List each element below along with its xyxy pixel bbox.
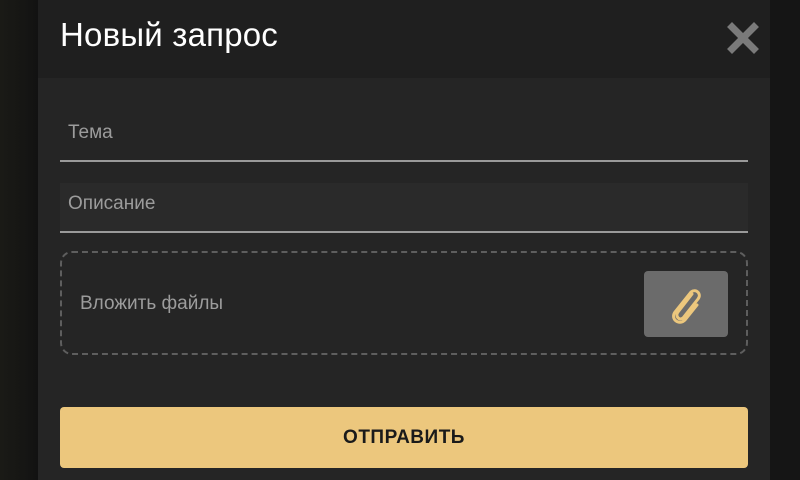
close-button[interactable]	[726, 21, 760, 55]
backdrop-right-edge	[770, 0, 800, 480]
new-request-modal: Новый запрос Вложить файлы ОТПРАВИТЬ	[38, 0, 770, 480]
attach-file-button[interactable]	[644, 271, 728, 337]
close-icon	[727, 22, 759, 54]
subject-field	[60, 112, 748, 162]
attach-files-dropzone[interactable]: Вложить файлы	[60, 251, 748, 355]
paperclip-icon	[672, 289, 701, 324]
attach-files-label: Вложить файлы	[80, 293, 224, 314]
backdrop-left-edge	[0, 0, 38, 480]
description-field	[60, 183, 748, 233]
description-input[interactable]	[60, 183, 748, 225]
subject-input[interactable]	[60, 112, 748, 154]
modal-title: Новый запрос	[60, 16, 278, 53]
submit-button[interactable]: ОТПРАВИТЬ	[60, 407, 748, 468]
modal-header: Новый запрос	[38, 0, 770, 78]
